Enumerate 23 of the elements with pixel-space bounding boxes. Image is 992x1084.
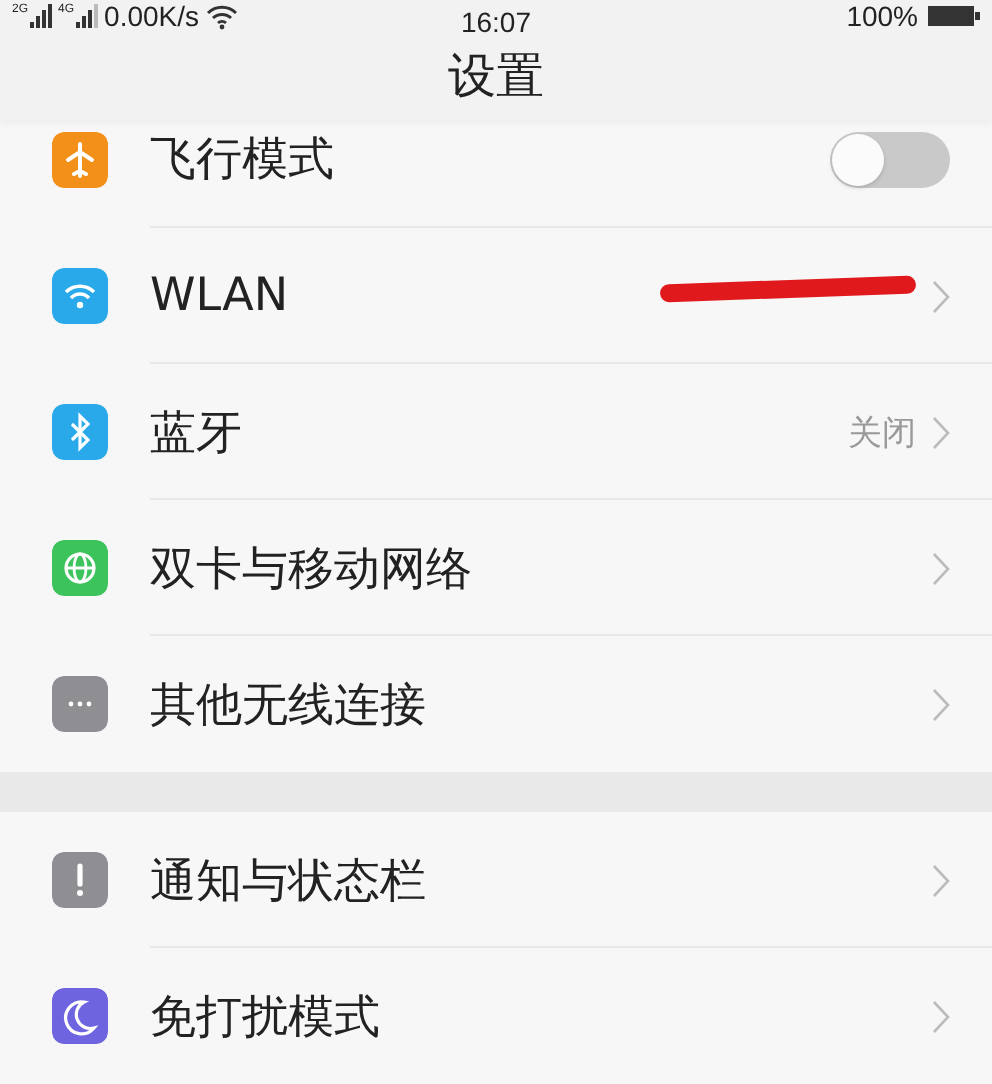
chevron-icon bbox=[932, 863, 950, 897]
chevron-icon bbox=[932, 687, 950, 721]
setting-label[interactable]: 通知与状态栏 bbox=[150, 849, 426, 911]
setting-label[interactable]: 蓝牙 bbox=[150, 401, 242, 463]
setting-label[interactable]: 飞行模式 bbox=[150, 128, 334, 190]
battery-percent: 100% bbox=[846, 0, 918, 33]
chevron-icon bbox=[932, 415, 950, 449]
battery-icon bbox=[928, 4, 980, 29]
network-speed: 0.00K/s bbox=[104, 0, 200, 33]
chevron-icon bbox=[932, 551, 950, 585]
setting-value: 关闭 bbox=[848, 411, 916, 455]
signal-icon bbox=[76, 4, 99, 29]
setting-label[interactable]: 其他无线连接 bbox=[150, 673, 426, 735]
chevron-icon bbox=[932, 279, 950, 313]
chevron-icon bbox=[932, 999, 950, 1033]
setting-label[interactable]: 双卡与移动网络 bbox=[150, 537, 472, 599]
clock: 16:07 bbox=[460, 6, 532, 38]
setting-label[interactable]: WLAN bbox=[150, 270, 289, 322]
page-title: 设置 bbox=[448, 46, 544, 109]
setting-label[interactable]: 免打扰模式 bbox=[150, 985, 380, 1047]
wifi-icon bbox=[205, 3, 238, 30]
signal-icon bbox=[30, 4, 53, 29]
toggle-switch[interactable] bbox=[830, 131, 950, 187]
